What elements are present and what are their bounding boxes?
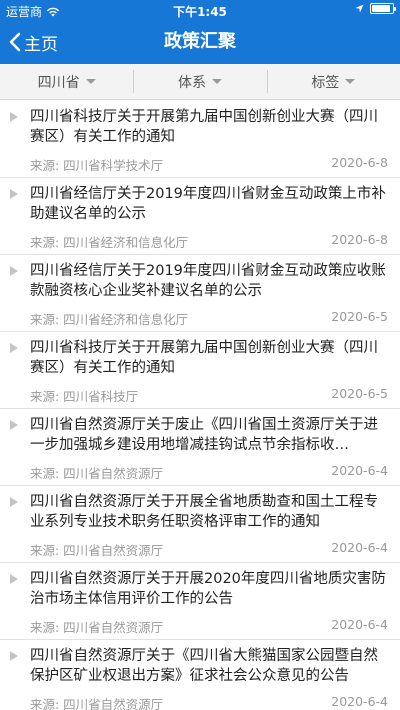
list-item[interactable]: 四川省经信厅关于2019年度四川省财金互动政策应收账款融资核心企业奖补建议名单的… <box>0 255 400 332</box>
item-date: 2020-6-4 <box>331 463 388 478</box>
list-item[interactable]: 四川省科技厅关于开展第九届中国创新创业大赛（四川赛区）有关工作的通知 来源: 四… <box>0 101 400 178</box>
list-item[interactable]: 四川省自然资源厅关于《四川省大熊猫国家公园暨自然保护区矿业权退出方案》征求社会公… <box>0 640 400 710</box>
item-source: 来源: 四川省经济和信息化厅 <box>30 312 189 327</box>
bullet-arrow-icon <box>10 189 18 199</box>
nav-bar: 主页 政策汇聚 <box>0 20 400 64</box>
item-title: 四川省经信厅关于2019年度四川省财金互动政策上市补助建议名单的公示 <box>30 186 386 222</box>
item-date: 2020-6-4 <box>331 540 388 555</box>
location-arrow-icon <box>355 4 364 13</box>
battery-icon <box>370 3 396 14</box>
list-item[interactable]: 四川省科技厅关于开展第九届中国创新创业大赛（四川赛区）有关工作的通知 来源: 四… <box>0 332 400 409</box>
status-bar: 运营商 下午1:45 <box>0 0 400 20</box>
item-date: 2020-6-4 <box>331 694 388 709</box>
filter-label: 四川省 <box>37 74 80 91</box>
item-source: 来源: 四川省自然资源厅 <box>30 697 164 710</box>
item-source: 来源: 四川省科技厅 <box>30 389 139 404</box>
filter-region[interactable]: 四川省 <box>0 64 133 99</box>
list-item[interactable]: 四川省经信厅关于2019年度四川省财金互动政策上市补助建议名单的公示 来源: 四… <box>0 178 400 255</box>
item-date: 2020-6-8 <box>331 155 388 170</box>
caret-down-icon <box>85 79 96 84</box>
filter-tag[interactable]: 标签 <box>266 64 400 99</box>
item-source: 来源: 四川省科学技术厅 <box>30 158 164 173</box>
item-title: 四川省自然资源厅关于废止《四川省国土资源厅关于进一步加强城乡建设用地增减挂钩试点… <box>30 417 378 453</box>
bullet-arrow-icon <box>10 497 18 507</box>
item-source: 来源: 四川省自然资源厅 <box>30 543 164 558</box>
item-date: 2020-6-8 <box>331 232 388 247</box>
list-item[interactable]: 四川省自然资源厅关于开展2020年度四川省地质灾害防治市场主体信用评价工作的公告… <box>0 563 400 640</box>
filter-system[interactable]: 体系 <box>133 64 266 99</box>
list-item[interactable]: 四川省自然资源厅关于废止《四川省国土资源厅关于进一步加强城乡建设用地增减挂钩试点… <box>0 409 400 486</box>
item-title: 四川省经信厅关于2019年度四川省财金互动政策应收账款融资核心企业奖补建议名单的… <box>30 263 386 299</box>
page-title: 政策汇聚 <box>164 31 236 52</box>
item-title: 四川省自然资源厅关于开展全省地质勘查和国土工程专业系列专业技术职务任职资格评审工… <box>30 494 378 530</box>
bullet-arrow-icon <box>10 651 18 661</box>
item-source: 来源: 四川省自然资源厅 <box>30 466 164 481</box>
item-title: 四川省科技厅关于开展第九届中国创新创业大赛（四川赛区）有关工作的通知 <box>30 109 378 145</box>
list-item[interactable]: 四川省自然资源厅关于开展全省地质勘查和国土工程专业系列专业技术职务任职资格评审工… <box>0 486 400 563</box>
policy-list: 四川省科技厅关于开展第九届中国创新创业大赛（四川赛区）有关工作的通知 来源: 四… <box>0 101 400 710</box>
clock: 下午1:45 <box>173 5 227 19</box>
caret-down-icon <box>211 79 222 84</box>
bullet-arrow-icon <box>10 420 18 430</box>
item-date: 2020-6-4 <box>331 617 388 632</box>
filter-label: 体系 <box>177 74 206 91</box>
bullet-arrow-icon <box>10 343 18 353</box>
item-date: 2020-6-5 <box>331 309 388 324</box>
item-source: 来源: 四川省自然资源厅 <box>30 620 164 635</box>
filter-bar: 四川省 体系 标签 <box>0 64 400 100</box>
caret-down-icon <box>345 79 356 84</box>
bullet-arrow-icon <box>10 266 18 276</box>
item-title: 四川省自然资源厅关于《四川省大熊猫国家公园暨自然保护区矿业权退出方案》征求社会公… <box>30 648 378 684</box>
bullet-arrow-icon <box>10 112 18 122</box>
item-source: 来源: 四川省经济和信息化厅 <box>30 235 189 250</box>
item-title: 四川省科技厅关于开展第九届中国创新创业大赛（四川赛区）有关工作的通知 <box>30 340 378 376</box>
item-date: 2020-6-5 <box>331 386 388 401</box>
bullet-arrow-icon <box>10 574 18 584</box>
item-title: 四川省自然资源厅关于开展2020年度四川省地质灾害防治市场主体信用评价工作的公告 <box>30 571 386 607</box>
filter-label: 标签 <box>311 74 340 91</box>
